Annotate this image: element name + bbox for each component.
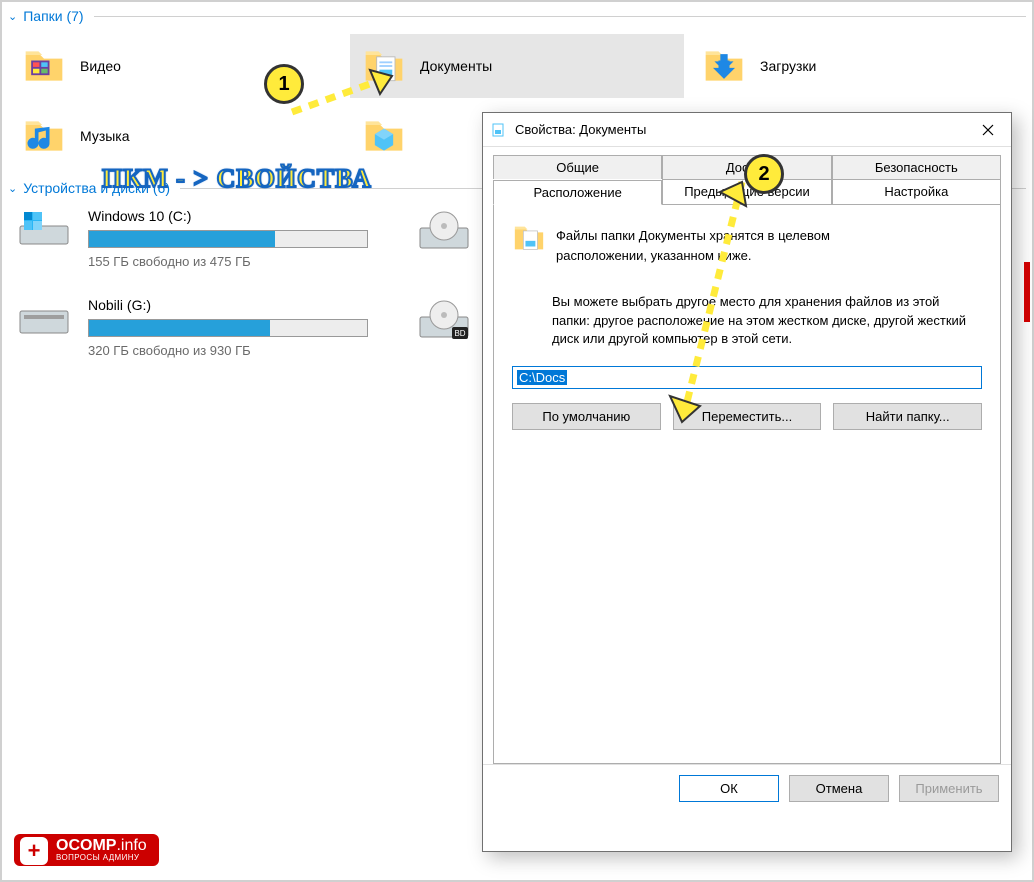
- chevron-down-icon: ⌄: [8, 182, 17, 195]
- drive-free-text: 155 ГБ свободно из 475 ГБ: [88, 254, 388, 269]
- svg-text:BD: BD: [454, 329, 465, 338]
- cancel-button[interactable]: Отмена: [789, 775, 889, 802]
- bd-drive-icon[interactable]: BD: [416, 297, 472, 343]
- folder-downloads[interactable]: Загрузки: [690, 34, 1024, 98]
- drive-free-text: 320 ГБ свободно из 930 ГБ: [88, 343, 388, 358]
- folder-icon-downloads: [702, 44, 746, 88]
- folder-icon-small: [512, 221, 546, 258]
- tab-security[interactable]: Безопасность: [832, 155, 1001, 179]
- folders-section-title: Папки (7): [23, 8, 83, 24]
- dialog-titlebar[interactable]: Свойства: Документы: [483, 113, 1011, 147]
- properties-dialog: Свойства: Документы Общие Доступ Безопас…: [482, 112, 1012, 852]
- info-line: Файлы папки Документы хранятся в целевом: [556, 227, 830, 245]
- tab-location[interactable]: Расположение: [493, 180, 662, 205]
- move-button[interactable]: Переместить...: [673, 403, 822, 430]
- scrollbar-indicator: [1024, 262, 1030, 322]
- drive-usage-bar: [88, 230, 368, 248]
- tab-customize[interactable]: Настройка: [832, 179, 1001, 204]
- watermark-logo: + OCOMP.info ВОПРОСЫ АДМИНУ: [14, 834, 159, 866]
- drive-icon-windows: [18, 208, 70, 248]
- folder-icon-3d: [362, 114, 406, 158]
- drive-icon-hdd: [18, 297, 70, 337]
- info-line: расположении, указанном ниже.: [556, 247, 830, 265]
- callout-badge-2: 2: [744, 154, 784, 194]
- folder-label: Загрузки: [760, 58, 816, 74]
- folder-music[interactable]: Музыка: [10, 104, 344, 168]
- folder-label: Видео: [80, 58, 121, 74]
- drive-name: Windows 10 (C:): [88, 208, 388, 224]
- apply-button[interactable]: Применить: [899, 775, 999, 802]
- drive-usage-bar: [88, 319, 368, 337]
- dialog-title-icon: [491, 122, 507, 138]
- callout-badge-1: 1: [264, 64, 304, 104]
- folder-documents[interactable]: Документы: [350, 34, 684, 98]
- chevron-down-icon: ⌄: [8, 10, 17, 23]
- callout-text: ПКМ - > СВОЙСТВА: [102, 164, 372, 194]
- dialog-title: Свойства: Документы: [515, 122, 965, 137]
- find-target-button[interactable]: Найти папку...: [833, 403, 982, 430]
- folder-icon-video: [22, 44, 66, 88]
- drive-name: Nobili (G:): [88, 297, 388, 313]
- folder-icon-documents: [362, 44, 406, 88]
- folder-label: Документы: [420, 58, 492, 74]
- restore-default-button[interactable]: По умолчанию: [512, 403, 661, 430]
- folder-label: Музыка: [80, 128, 130, 144]
- location-path-value: C:\Docs: [517, 370, 567, 385]
- folder-icon-music: [22, 114, 66, 158]
- location-path-input[interactable]: C:\Docs: [512, 366, 982, 389]
- dialog-footer: ОК Отмена Применить: [483, 764, 1011, 812]
- info-paragraph: Вы можете выбрать другое место для хране…: [512, 293, 982, 348]
- tab-general[interactable]: Общие: [493, 155, 662, 179]
- close-button[interactable]: [965, 113, 1011, 147]
- ok-button[interactable]: ОК: [679, 775, 779, 802]
- dvd-drive-icon[interactable]: [416, 208, 472, 254]
- folders-section-header[interactable]: ⌄ Папки (7): [2, 2, 1032, 28]
- tab-content-location: Файлы папки Документы хранятся в целевом…: [493, 204, 1001, 764]
